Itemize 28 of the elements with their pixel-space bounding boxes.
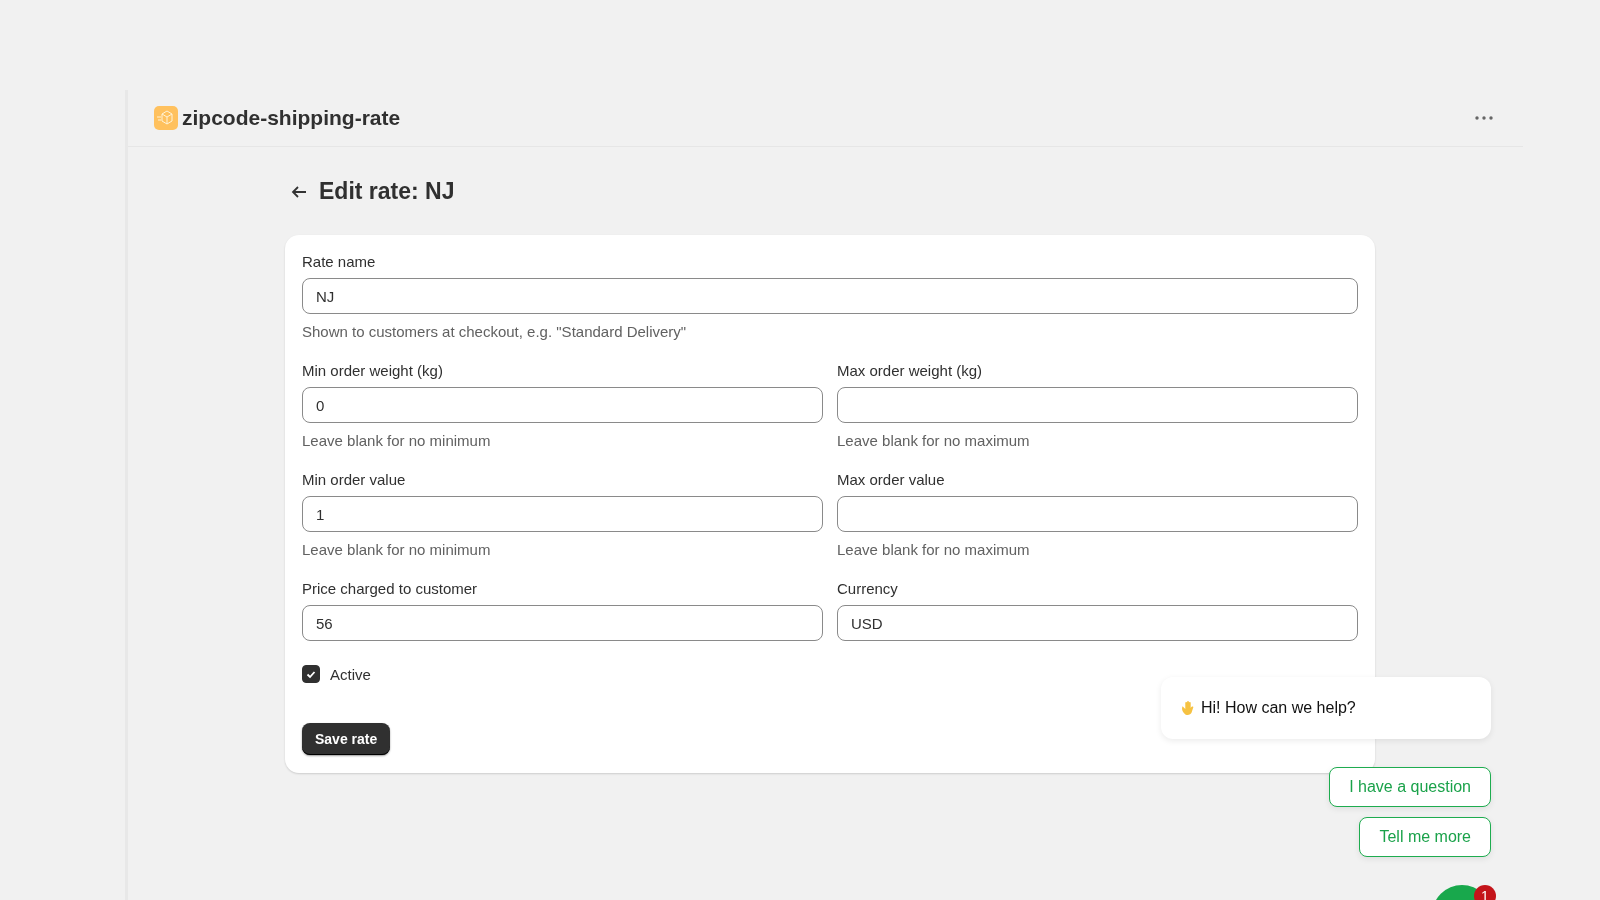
checkbox-label: Active — [330, 665, 371, 683]
input-field[interactable]: 1 — [302, 496, 823, 532]
field-label: Min order value — [302, 471, 407, 488]
input-field[interactable] — [837, 387, 1358, 423]
input-field[interactable]: 0 — [302, 387, 823, 423]
input-field[interactable] — [837, 496, 1358, 532]
field-label: Currency — [837, 580, 899, 597]
help-text: Leave blank for no maximum — [837, 432, 1031, 449]
field-label: Price charged to customer — [302, 580, 479, 597]
field-label: Max order value — [837, 471, 946, 488]
field-label: Max order weight (kg) — [837, 362, 984, 379]
app-title: zipcode-shipping-rate — [182, 106, 401, 130]
field-label: Min order weight (kg) — [302, 362, 444, 379]
page-title: Edit rate: NJ — [319, 178, 455, 205]
help-text: Leave blank for no minimum — [302, 541, 492, 558]
checkbox[interactable] — [302, 665, 320, 683]
input-field[interactable]: 56 — [302, 605, 823, 641]
save-button[interactable]: Save rate — [302, 723, 391, 755]
more-icon[interactable] — [1475, 116, 1493, 120]
help-text: Leave blank for no minimum — [302, 432, 492, 449]
field-label: Rate name — [302, 253, 377, 270]
help-text: Leave blank for no maximum — [837, 541, 1031, 558]
chat-message: Hi! How can we help? — [1201, 699, 1356, 717]
input-field[interactable]: NJ — [302, 278, 1358, 314]
box-icon — [154, 106, 178, 130]
back-arrow-icon[interactable] — [291, 184, 307, 199]
input-field[interactable]: USD — [837, 605, 1358, 641]
help-text: Shown to customers at checkout, e.g. "Standard Delivery" — [302, 323, 688, 340]
